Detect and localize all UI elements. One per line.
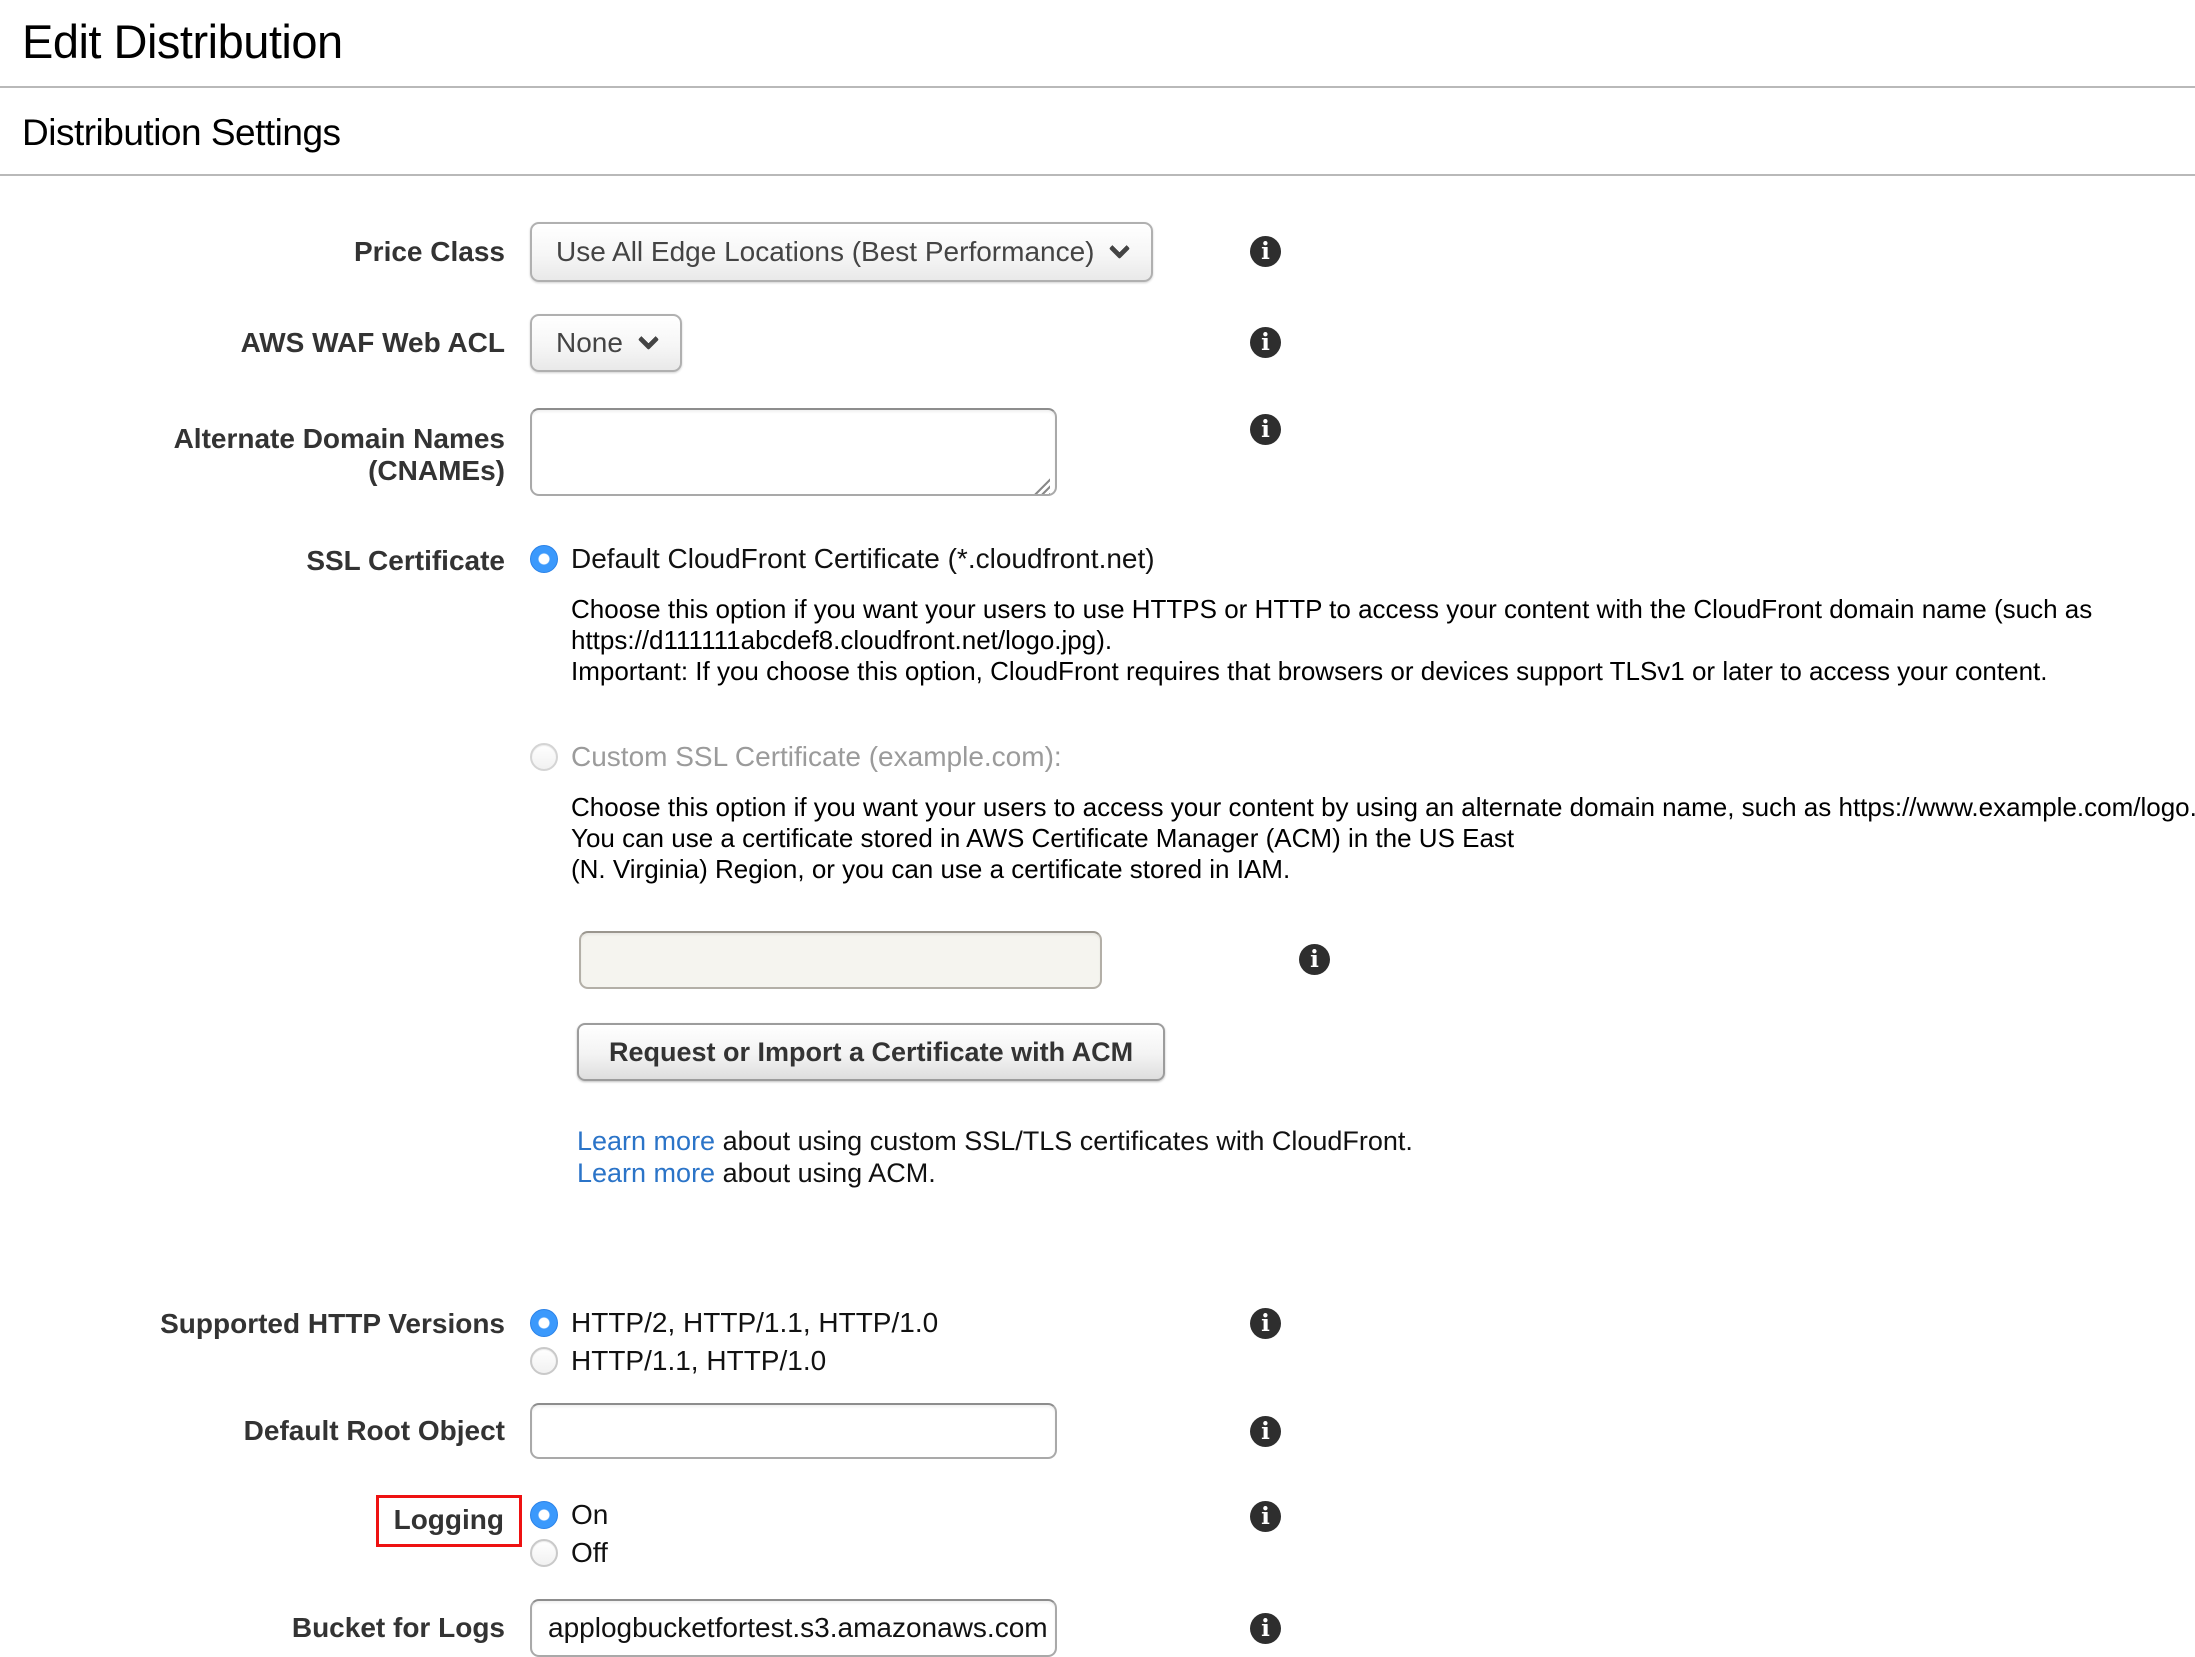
ssl-custom-description: Choose this option if you want your user… [571, 792, 2195, 885]
logging-row: Logging On Off i [0, 1495, 2195, 1573]
http-versions-row: Supported HTTP Versions HTTP/2, HTTP/1.1… [0, 1305, 2195, 1381]
info-icon[interactable]: i [1250, 1501, 1281, 1532]
radio-selected-icon [530, 545, 558, 573]
divider [0, 174, 2195, 176]
price-class-row: Price Class Use All Edge Locations (Best… [0, 222, 2195, 282]
ssl-default-radio-label: Default CloudFront Certificate (*.cloudf… [571, 543, 1155, 575]
logging-on-label: On [571, 1499, 608, 1531]
http-versions-label: Supported HTTP Versions [0, 1305, 505, 1340]
distribution-settings-form: Price Class Use All Edge Locations (Best… [0, 222, 2195, 1657]
logging-on-radio-option[interactable]: On [530, 1497, 2195, 1533]
price-class-value: Use All Edge Locations (Best Performance… [556, 236, 1094, 268]
ssl-label: SSL Certificate [0, 541, 505, 577]
waf-value: None [556, 327, 623, 359]
default-root-object-label: Default Root Object [0, 1415, 505, 1447]
ssl-default-radio-option[interactable]: Default CloudFront Certificate (*.cloudf… [530, 541, 2195, 577]
info-icon[interactable]: i [1250, 1416, 1281, 1447]
logging-off-radio-option[interactable]: Off [530, 1535, 2195, 1571]
http2-radio-option[interactable]: HTTP/2, HTTP/1.1, HTTP/1.0 [530, 1305, 2195, 1341]
info-icon[interactable]: i [1250, 236, 1281, 267]
radio-selected-icon [530, 1309, 558, 1337]
edit-distribution-page: Edit Distribution Distribution Settings … [0, 14, 2195, 1657]
chevron-down-icon [638, 329, 659, 350]
default-root-object-row: Default Root Object i [0, 1403, 2195, 1459]
logging-label-wrap: Logging [0, 1495, 505, 1547]
info-icon[interactable]: i [1299, 944, 1330, 975]
link-rest-text: about using custom SSL/TLS certificates … [715, 1126, 1413, 1156]
price-class-label: Price Class [0, 236, 505, 268]
section-title: Distribution Settings [22, 112, 2195, 154]
waf-label: AWS WAF Web ACL [0, 327, 505, 359]
info-icon[interactable]: i [1250, 1308, 1281, 1339]
waf-select[interactable]: None [530, 314, 682, 372]
waf-row: AWS WAF Web ACL None i [0, 314, 2195, 372]
learn-more-link[interactable]: Learn more [577, 1158, 715, 1188]
page-title: Edit Distribution [22, 14, 2195, 69]
ssl-custom-radio-label: Custom SSL Certificate (example.com): [571, 741, 1062, 773]
request-acm-button[interactable]: Request or Import a Certificate with ACM [577, 1023, 1165, 1081]
price-class-select[interactable]: Use All Edge Locations (Best Performance… [530, 222, 1153, 282]
http2-radio-label: HTTP/2, HTTP/1.1, HTTP/1.0 [571, 1307, 938, 1339]
info-icon[interactable]: i [1250, 1613, 1281, 1644]
cnames-textarea[interactable] [530, 408, 1057, 496]
radio-unselected-icon [530, 1539, 558, 1567]
divider [0, 86, 2195, 88]
learn-more-link[interactable]: Learn more [577, 1126, 715, 1156]
default-root-object-input[interactable] [530, 1403, 1057, 1459]
bucket-for-logs-input[interactable] [530, 1599, 1057, 1657]
ssl-custom-radio-option[interactable]: Custom SSL Certificate (example.com): [530, 739, 2195, 775]
ssl-certificate-row: SSL Certificate Default CloudFront Certi… [0, 541, 2195, 1189]
cnames-row: Alternate Domain Names (CNAMEs) i [0, 408, 2195, 501]
logging-label-highlight: Logging [376, 1495, 522, 1547]
custom-cert-input [579, 931, 1102, 989]
info-icon[interactable]: i [1250, 327, 1281, 358]
radio-selected-icon [530, 1501, 558, 1529]
radio-unselected-icon [530, 1347, 558, 1375]
cnames-label: Alternate Domain Names (CNAMEs) [0, 423, 505, 487]
custom-cert-input-line: i [579, 931, 2195, 989]
http1-radio-option[interactable]: HTTP/1.1, HTTP/1.0 [530, 1343, 2195, 1379]
link-rest-text: about using ACM. [715, 1158, 936, 1188]
http1-radio-label: HTTP/1.1, HTTP/1.0 [571, 1345, 826, 1377]
chevron-down-icon [1109, 238, 1130, 259]
logging-label: Logging [394, 1504, 504, 1535]
bucket-for-logs-label: Bucket for Logs [0, 1612, 505, 1644]
bucket-for-logs-row: Bucket for Logs i [0, 1599, 2195, 1657]
ssl-default-description: Choose this option if you want your user… [571, 594, 2195, 687]
logging-off-label: Off [571, 1537, 608, 1569]
learn-more-links: Learn more about using custom SSL/TLS ce… [577, 1125, 2195, 1189]
radio-unselected-icon [530, 743, 558, 771]
info-icon[interactable]: i [1250, 414, 1281, 445]
